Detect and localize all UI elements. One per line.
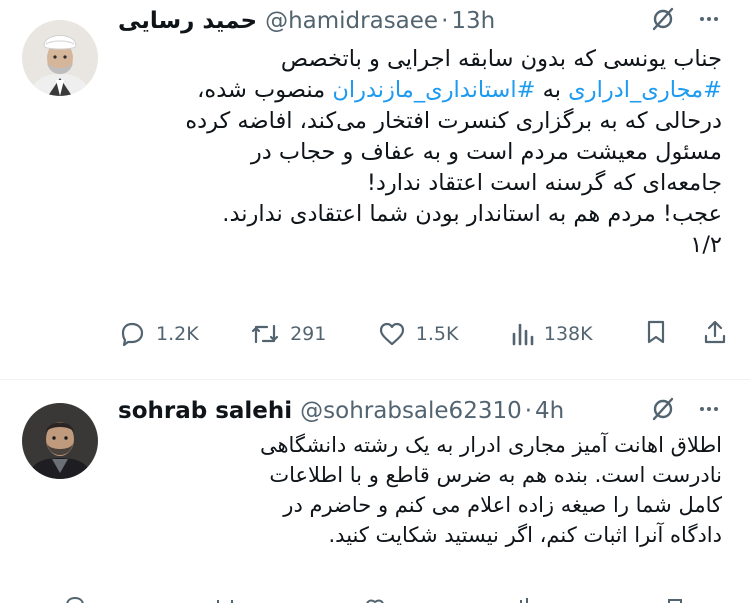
separator-dot: · <box>524 398 533 424</box>
text-tail: منصوب شده، <box>197 77 333 103</box>
like-icon <box>363 590 387 603</box>
reply-button[interactable]: 1.2K <box>118 320 199 348</box>
bookmark-icon <box>663 590 687 603</box>
retweet-button[interactable]: 291 <box>250 320 326 348</box>
hashtag-link[interactable]: #مجاری_ادراری <box>568 77 722 103</box>
avatar-sohrabsale62310[interactable] <box>22 403 98 479</box>
reply-count: 1.2K <box>156 323 199 345</box>
views-count: 138K <box>543 323 593 345</box>
action-right-group <box>644 318 728 350</box>
more-icon[interactable] <box>698 8 720 34</box>
views-icon <box>513 590 537 603</box>
text-line-hashtags: #مجاری_ادراری به #استانداری_مازندران منص… <box>118 75 722 106</box>
like-icon <box>378 320 406 348</box>
reply-icon <box>118 320 146 348</box>
tweet-header: حمید رسایی @hamidrasaee · 13h <box>118 6 720 36</box>
share-icon[interactable] <box>702 318 728 350</box>
tweet-actions: 1.2K 291 1.5K 138K <box>118 316 728 352</box>
text-line: جناب یونسی که بدون سابقه اجرایی و باتخصص <box>280 46 722 72</box>
text-line: جامعه‌ای که گرسنه است اعتقاد ندارد! <box>366 170 722 196</box>
grok-icon[interactable] <box>650 396 676 426</box>
text-line: ۱/۲ <box>690 232 722 258</box>
tweet-text: اطلاق اهانت آمیز مجاری ادرار به یک رشته … <box>118 430 722 550</box>
timestamp[interactable]: 4h <box>535 398 564 424</box>
retweet-icon <box>250 320 280 348</box>
header-icons <box>650 6 720 36</box>
avatar-hamidrasaee[interactable] <box>22 20 98 96</box>
next-actions-peek <box>0 590 750 603</box>
text-line: مسئول معیشت مردم است و به عفاف و حجاب در <box>250 139 722 165</box>
views-icon <box>510 320 534 348</box>
author-name[interactable]: حمید رسایی <box>118 8 257 34</box>
text-line: نادرست است. بنده هم به ضرس قاطع و با اطل… <box>269 463 722 487</box>
more-icon[interactable] <box>698 398 720 424</box>
author-handle[interactable]: @hamidrasaee <box>265 8 438 34</box>
bookmark-icon[interactable] <box>644 318 668 350</box>
retweet-icon <box>213 590 237 603</box>
retweet-count: 291 <box>290 323 327 345</box>
like-count: 1.5K <box>415 323 459 345</box>
reply-icon <box>63 590 87 603</box>
tweet-header: sohrab salehi @sohrabsale62310 · 4h <box>118 396 720 426</box>
text-connector: به <box>535 77 569 103</box>
text-line: درحالی که به برگزاری کنسرت افتخار می‌کند… <box>185 108 722 134</box>
header-icons <box>650 396 720 426</box>
timestamp[interactable]: 13h <box>451 8 495 34</box>
tweet-text: جناب یونسی که بدون سابقه اجرایی و باتخصص… <box>118 44 722 261</box>
hashtag-link[interactable]: #استانداری_مازندران <box>332 77 535 103</box>
tweet-divider <box>0 379 750 380</box>
text-line: کامل شما را صیغه زاده اعلام می کنم و حاض… <box>283 493 722 517</box>
tweet-1[interactable]: حمید رسایی @hamidrasaee · 13h جناب یونسی… <box>0 0 750 380</box>
author-handle[interactable]: @sohrabsale62310 <box>300 398 522 424</box>
views-button[interactable]: 138K <box>510 320 593 348</box>
text-line: عجب! مردم هم به استاندار بودن شما اعتقاد… <box>222 201 722 227</box>
separator-dot: · <box>441 8 449 34</box>
grok-icon[interactable] <box>650 6 676 36</box>
text-line: اطلاق اهانت آمیز مجاری ادرار به یک رشته … <box>259 433 722 457</box>
like-button[interactable]: 1.5K <box>378 320 459 348</box>
author-name[interactable]: sohrab salehi <box>118 398 292 424</box>
text-line: دادگاه آنرا اثبات کنم، اگر نیستید شکایت … <box>328 523 723 547</box>
